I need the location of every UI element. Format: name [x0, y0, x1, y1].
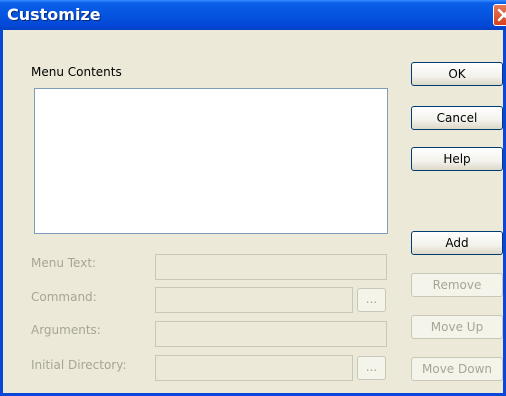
add-button[interactable]: Add [411, 231, 503, 255]
menu-contents-label: Menu Contents [31, 65, 122, 79]
arguments-field [155, 321, 387, 347]
arguments-label: Arguments: [31, 323, 101, 337]
command-field [155, 287, 353, 313]
initial-directory-browse-button: ... [357, 356, 386, 380]
remove-button: Remove [411, 273, 503, 297]
ok-button[interactable]: OK [411, 62, 503, 86]
move-up-button: Move Up [411, 315, 503, 339]
close-icon [497, 8, 506, 22]
close-button[interactable] [493, 4, 506, 26]
command-label: Command: [31, 290, 97, 304]
customize-dialog: Customize Menu Contents Menu Text: Comma… [0, 0, 506, 396]
dialog-title: Customize [7, 5, 101, 24]
command-browse-button: ... [357, 288, 386, 312]
menu-text-field [155, 254, 387, 280]
help-button[interactable]: Help [411, 147, 503, 171]
title-bar[interactable]: Customize [0, 0, 506, 30]
initial-directory-label: Initial Directory: [31, 358, 127, 372]
menu-contents-list[interactable] [34, 88, 388, 234]
cancel-button[interactable]: Cancel [411, 106, 503, 130]
initial-directory-field [155, 355, 353, 381]
move-down-button: Move Down [411, 357, 503, 381]
menu-text-label: Menu Text: [31, 256, 97, 270]
